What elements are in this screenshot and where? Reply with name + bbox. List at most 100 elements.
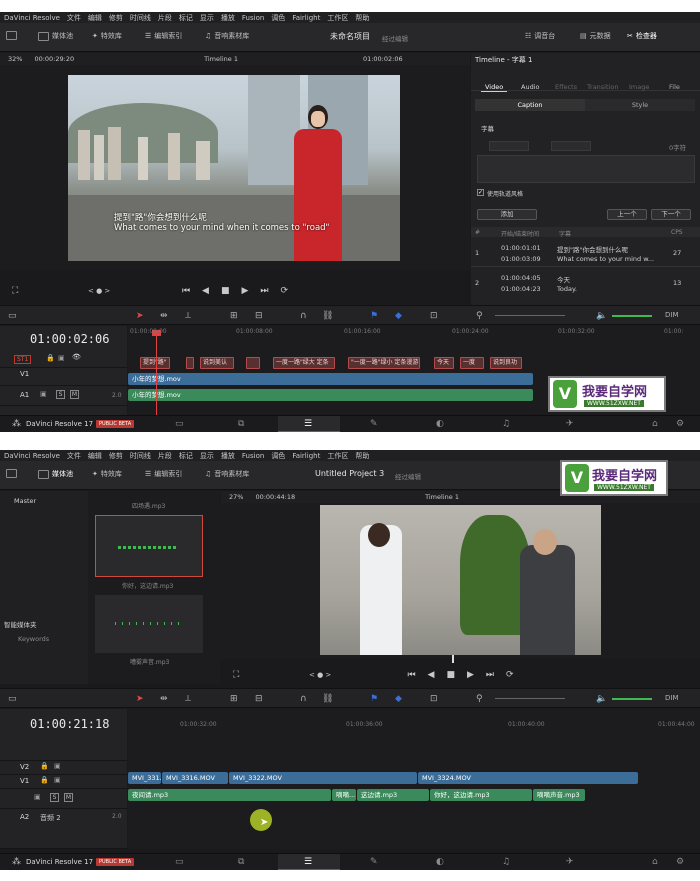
metadata-button[interactable]: ▤ 元数据 [580, 31, 611, 41]
solo-button[interactable]: S [56, 390, 65, 399]
add-caption-button[interactable]: 添加 [477, 209, 537, 220]
subtitle-clip[interactable] [186, 357, 194, 369]
menu-item[interactable]: 修剪 [109, 13, 123, 23]
table-row[interactable]: 1 01:00:01:01 01:00:03:09 提到"路"你会想到什么呢 W… [471, 239, 700, 267]
video-clip[interactable]: MVI_3322.MOV [229, 772, 417, 784]
loop-icon[interactable]: ⟳ [506, 670, 514, 680]
dim-icon[interactable]: DIM [665, 694, 679, 702]
dim-icon[interactable]: DIM [665, 311, 679, 319]
link-icon[interactable]: ⛓ [322, 311, 333, 321]
menu-item[interactable]: 工作区 [327, 451, 348, 461]
go-start-icon[interactable]: ⏮ [407, 670, 415, 680]
volume-slider[interactable] [612, 315, 652, 317]
tab-video[interactable]: Video [485, 83, 503, 91]
viewer-options-icon[interactable]: ⛶ [233, 670, 239, 680]
edit-index-button[interactable]: ☰ 编辑索引 [145, 469, 182, 479]
settings-icon[interactable]: ⚙ [676, 857, 684, 867]
menu-item[interactable]: 调色 [271, 451, 285, 461]
effects-button[interactable]: ✦ 特效库 [92, 31, 122, 41]
subtitle-clip[interactable] [246, 357, 260, 369]
color-page-icon[interactable]: ◐ [436, 857, 444, 867]
subtitle-clip[interactable]: 一度一路"绿大 定条 [273, 357, 335, 369]
menu-item[interactable]: 标记 [179, 451, 193, 461]
style-subtab[interactable]: Style [585, 99, 695, 111]
bin-master[interactable]: Master [14, 497, 36, 505]
audio-thumbnail-selected[interactable] [95, 515, 203, 577]
volume-slider[interactable] [612, 698, 652, 700]
menu-item[interactable]: 片段 [158, 451, 172, 461]
menu-item[interactable]: 显示 [200, 451, 214, 461]
play-icon[interactable]: ▶ [467, 670, 474, 680]
timeline-layout-icon[interactable]: ▭ [8, 694, 17, 704]
inspector-button[interactable]: ✂ 检查器 [627, 31, 657, 41]
timeline-name[interactable]: Timeline 1 [204, 55, 238, 63]
menu-item[interactable]: 文件 [67, 451, 81, 461]
trim-tool-icon[interactable]: ⇹ [160, 694, 168, 704]
solo-button[interactable]: S [50, 793, 59, 802]
caption-text-field[interactable] [477, 155, 695, 183]
zoom-slider[interactable] [495, 698, 565, 699]
zoom-icon[interactable]: ⚲ [476, 694, 483, 704]
fusion-page-icon[interactable]: ✎ [370, 857, 378, 867]
stop-icon[interactable]: ■ [446, 670, 455, 680]
lock-icon[interactable]: 🔒 [46, 354, 55, 362]
subtitle-clip[interactable]: 说到良功 [490, 357, 522, 369]
link-icon[interactable]: ⛓ [322, 694, 333, 704]
settings-icon[interactable]: ⚙ [676, 419, 684, 429]
timeline-name[interactable]: Timeline 1 [425, 493, 459, 501]
layout-button[interactable] [6, 469, 17, 478]
mute-button[interactable]: M [70, 390, 79, 399]
menu-item[interactable]: 文件 [67, 13, 81, 23]
flag-icon[interactable]: ⚑ [370, 311, 378, 321]
video-clip[interactable]: MVI_331... [128, 772, 161, 784]
selection-tool-icon[interactable]: ➤ [136, 694, 144, 704]
table-row[interactable]: 2 01:00:04:05 01:00:04:23 今天 Today. 13 [471, 269, 700, 297]
zoom-full-icon[interactable]: ⊡ [430, 694, 438, 704]
insert-clip-icon[interactable]: ⊞ [230, 311, 238, 321]
audio-clip[interactable]: 夜间请.mp3 [128, 789, 331, 801]
flag-icon[interactable]: ⚑ [370, 694, 378, 704]
tab-effects[interactable]: Effects [555, 83, 577, 91]
timeline-layout-icon[interactable]: ▭ [8, 311, 17, 321]
zoom-slider[interactable] [495, 315, 565, 316]
menu-item[interactable]: 时间线 [130, 13, 151, 23]
scrub-handle[interactable] [452, 655, 454, 663]
eye-icon[interactable]: 👁 [72, 353, 81, 361]
subtitle-clip[interactable]: "一度一路"绿小 定条漫游 [348, 357, 420, 369]
video-clip[interactable]: MVI_3324.MOV [418, 772, 638, 784]
audio-track-name[interactable]: 音频 2 [40, 813, 61, 823]
prev-caption-button[interactable]: 上一个 [607, 209, 647, 220]
menu-item[interactable]: 播放 [221, 451, 235, 461]
subtitle-clip[interactable]: 提到"路" [140, 357, 170, 369]
track-area[interactable]: MVI_331... MVI_3316.MOV MVI_3322.MOV MVI… [128, 739, 700, 849]
snapping-icon[interactable]: ∩ [300, 694, 307, 704]
subtitle-clip[interactable]: 一度 [460, 357, 484, 369]
zoom-level[interactable]: 32% [8, 55, 22, 63]
deliver-page-icon[interactable]: ✈ [566, 857, 574, 867]
overwrite-clip-icon[interactable]: ⊟ [255, 694, 263, 704]
menu-item[interactable]: Fusion [242, 452, 264, 460]
end-time-field[interactable] [551, 141, 591, 151]
media-pool-button[interactable]: 媒体池 [38, 31, 73, 41]
caption-subtab[interactable]: Caption [475, 99, 585, 111]
media-pool-button[interactable]: 媒体池 [38, 469, 73, 479]
zoom-full-icon[interactable]: ⊡ [430, 311, 438, 321]
effects-button[interactable]: ✦ 特效库 [92, 469, 122, 479]
media-page-icon[interactable]: ▭ [175, 857, 184, 867]
timeline-ruler[interactable]: 01:00:32:00 01:00:36:00 01:00:40:00 01:0… [128, 709, 700, 739]
blade-tool-icon[interactable]: ⟂ [185, 694, 191, 704]
volume-icon[interactable]: 🔈 [596, 311, 607, 321]
tab-transition[interactable]: Transition [587, 83, 618, 91]
menu-item[interactable]: 标记 [179, 13, 193, 23]
fairlight-page-icon[interactable]: ♫ [502, 419, 510, 429]
video-clip[interactable]: MVI_3316.MOV [162, 772, 228, 784]
audio-clip[interactable]: 你好，这边请.mp3 [430, 789, 532, 801]
smart-bin-keywords[interactable]: Keywords [18, 635, 49, 643]
track-view-icon[interactable]: ▣ [40, 390, 47, 398]
mixer-button[interactable]: ☷ 调音台 [525, 31, 555, 41]
menu-item[interactable]: 时间线 [130, 451, 151, 461]
track-view-icon[interactable]: ▣ [34, 793, 41, 801]
menu-item[interactable]: 编辑 [88, 451, 102, 461]
audio-thumbnail[interactable] [95, 595, 203, 653]
subtitle-clip[interactable]: 说到美认 [200, 357, 234, 369]
